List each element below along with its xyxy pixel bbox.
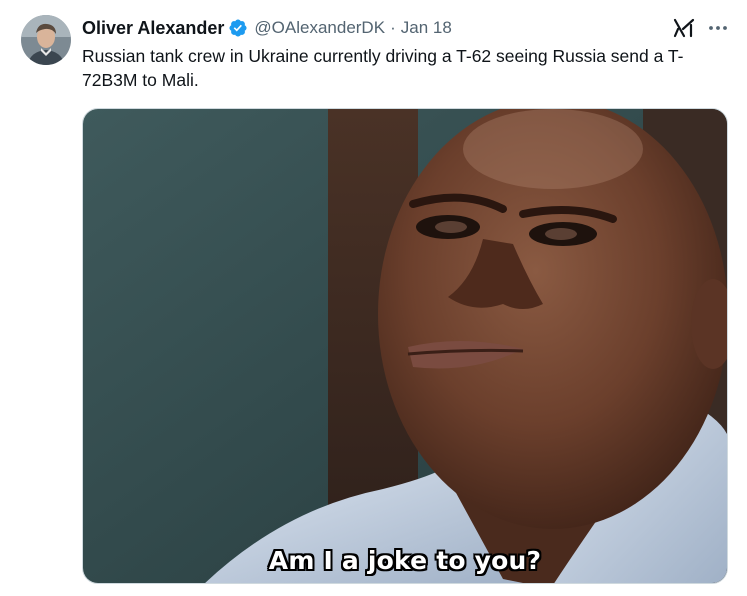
tweet-text: Russian tank crew in Ukraine currently d… — [82, 46, 684, 90]
meme-caption: Am I a joke to you? — [268, 546, 542, 575]
avatar[interactable] — [21, 15, 71, 65]
header-separator: · — [390, 18, 396, 37]
tweet-date[interactable]: Jan 18 — [401, 18, 452, 38]
meme-image — [83, 109, 727, 583]
author-handle[interactable]: @OAlexanderDK — [254, 18, 385, 38]
author-name[interactable]: Oliver Alexander — [82, 18, 224, 39]
more-options-icon[interactable] — [706, 16, 730, 40]
tweet-media-image[interactable]: Am I a joke to you? — [82, 108, 728, 584]
avatar-icon — [21, 15, 71, 65]
verified-badge-icon — [229, 19, 247, 37]
grok-icon[interactable] — [672, 16, 696, 40]
tweet-header: Oliver Alexander @OAlexanderDK · Jan 18 — [82, 16, 452, 40]
tweet[interactable]: Oliver Alexander @OAlexanderDK · Jan 18 … — [0, 0, 747, 596]
